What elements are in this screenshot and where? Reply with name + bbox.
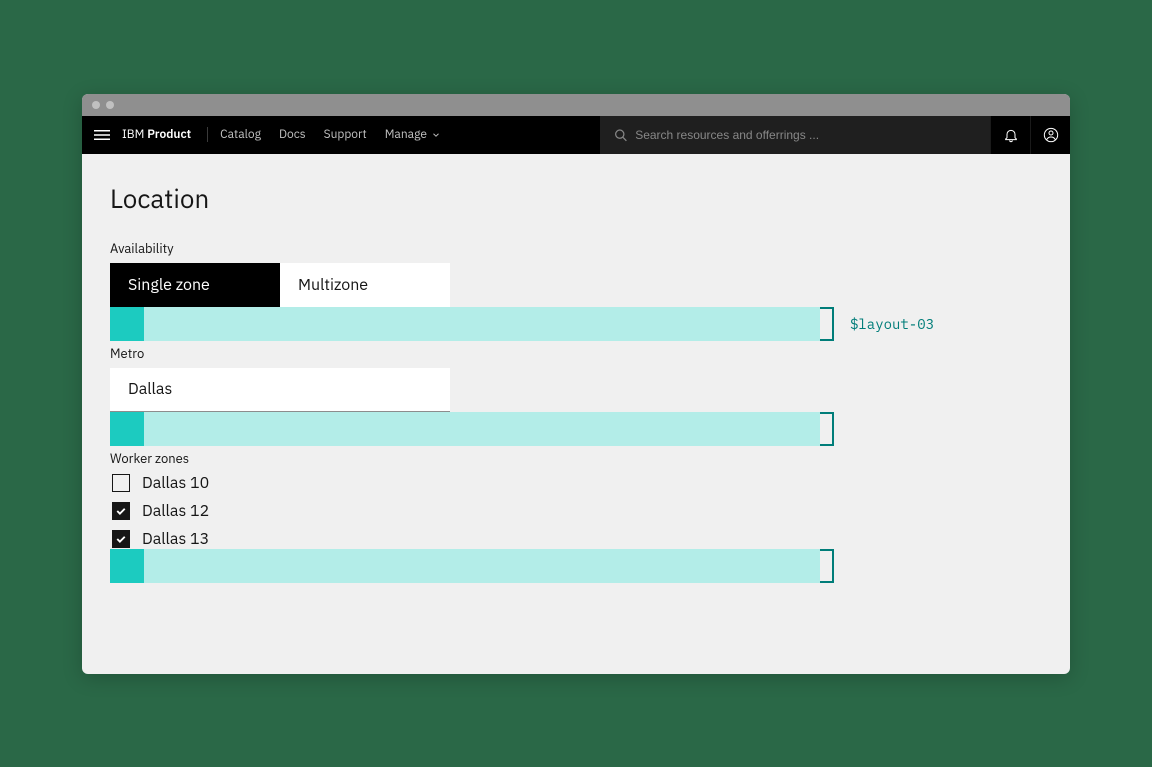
page-content: Location Availability Single zone Multiz…	[82, 154, 1070, 674]
nav-support[interactable]: Support	[324, 127, 367, 142]
brand-prefix: IBM	[122, 127, 144, 142]
checkmark-icon	[115, 533, 127, 545]
spacing-handle	[110, 307, 144, 341]
spacing-annotation-row: $layout-03	[110, 307, 1046, 341]
notifications-button[interactable]	[990, 116, 1030, 154]
spacing-handle	[110, 412, 144, 446]
nav-catalog[interactable]: Catalog	[220, 127, 261, 142]
worker-zones-label: Worker zones	[110, 450, 1046, 467]
checkbox-dallas-12[interactable]	[112, 502, 130, 520]
page-title: Location	[110, 182, 1046, 216]
tab-multizone[interactable]: Multizone	[280, 263, 450, 307]
spacing-annotation-row	[110, 549, 1046, 583]
worker-zone-item: Dallas 10	[112, 473, 1046, 493]
nav-manage[interactable]: Manage	[385, 127, 441, 142]
menu-button[interactable]	[82, 127, 122, 143]
spacing-bar	[110, 412, 820, 446]
header-nav: Catalog Docs Support Manage	[220, 127, 441, 142]
user-icon	[1043, 127, 1059, 143]
checkmark-icon	[115, 505, 127, 517]
bracket-icon	[820, 549, 834, 583]
spacing-token-label: $layout-03	[850, 307, 934, 341]
checkbox-dallas-13[interactable]	[112, 530, 130, 548]
availability-label: Availability	[110, 240, 1046, 257]
search-input[interactable]	[635, 128, 976, 142]
nav-manage-label: Manage	[385, 127, 427, 142]
worker-zones-list: Dallas 10 Dallas 12 Dallas 13	[110, 473, 1046, 549]
window-titlebar	[82, 94, 1070, 116]
worker-zone-item: Dallas 13	[112, 529, 1046, 549]
spacing-bar	[110, 307, 820, 341]
app-window: IBM Product Catalog Docs Support Manage	[82, 94, 1070, 674]
spacing-fill	[144, 549, 820, 583]
window-control-dot[interactable]	[92, 101, 100, 109]
worker-zone-label: Dallas 12	[142, 501, 209, 521]
window-control-dot[interactable]	[106, 101, 114, 109]
hamburger-icon	[94, 127, 110, 143]
availability-tabs: Single zone Multizone	[110, 263, 450, 307]
worker-zone-label: Dallas 13	[142, 529, 209, 549]
metro-value: Dallas	[128, 379, 172, 399]
chevron-down-icon	[431, 130, 441, 140]
search-bar[interactable]	[600, 116, 990, 154]
bracket-icon	[820, 412, 834, 446]
brand-product: Product	[147, 127, 191, 142]
spacing-fill	[144, 412, 820, 446]
header-actions	[990, 116, 1070, 154]
worker-zone-label: Dallas 10	[142, 473, 209, 493]
search-icon	[614, 128, 627, 142]
spacing-fill	[144, 307, 820, 341]
spacing-annotation-row	[110, 412, 1046, 446]
nav-docs[interactable]: Docs	[279, 127, 306, 142]
bell-icon	[1003, 127, 1019, 143]
brand: IBM Product	[122, 127, 208, 142]
checkbox-dallas-10[interactable]	[112, 474, 130, 492]
spacing-bar	[110, 549, 820, 583]
spacing-handle	[110, 549, 144, 583]
worker-zone-item: Dallas 12	[112, 501, 1046, 521]
metro-label: Metro	[110, 345, 1046, 362]
account-button[interactable]	[1030, 116, 1070, 154]
app-header: IBM Product Catalog Docs Support Manage	[82, 116, 1070, 154]
bracket-icon	[820, 307, 834, 341]
tab-single-zone[interactable]: Single zone	[110, 263, 280, 307]
metro-dropdown[interactable]: Dallas	[110, 368, 450, 412]
